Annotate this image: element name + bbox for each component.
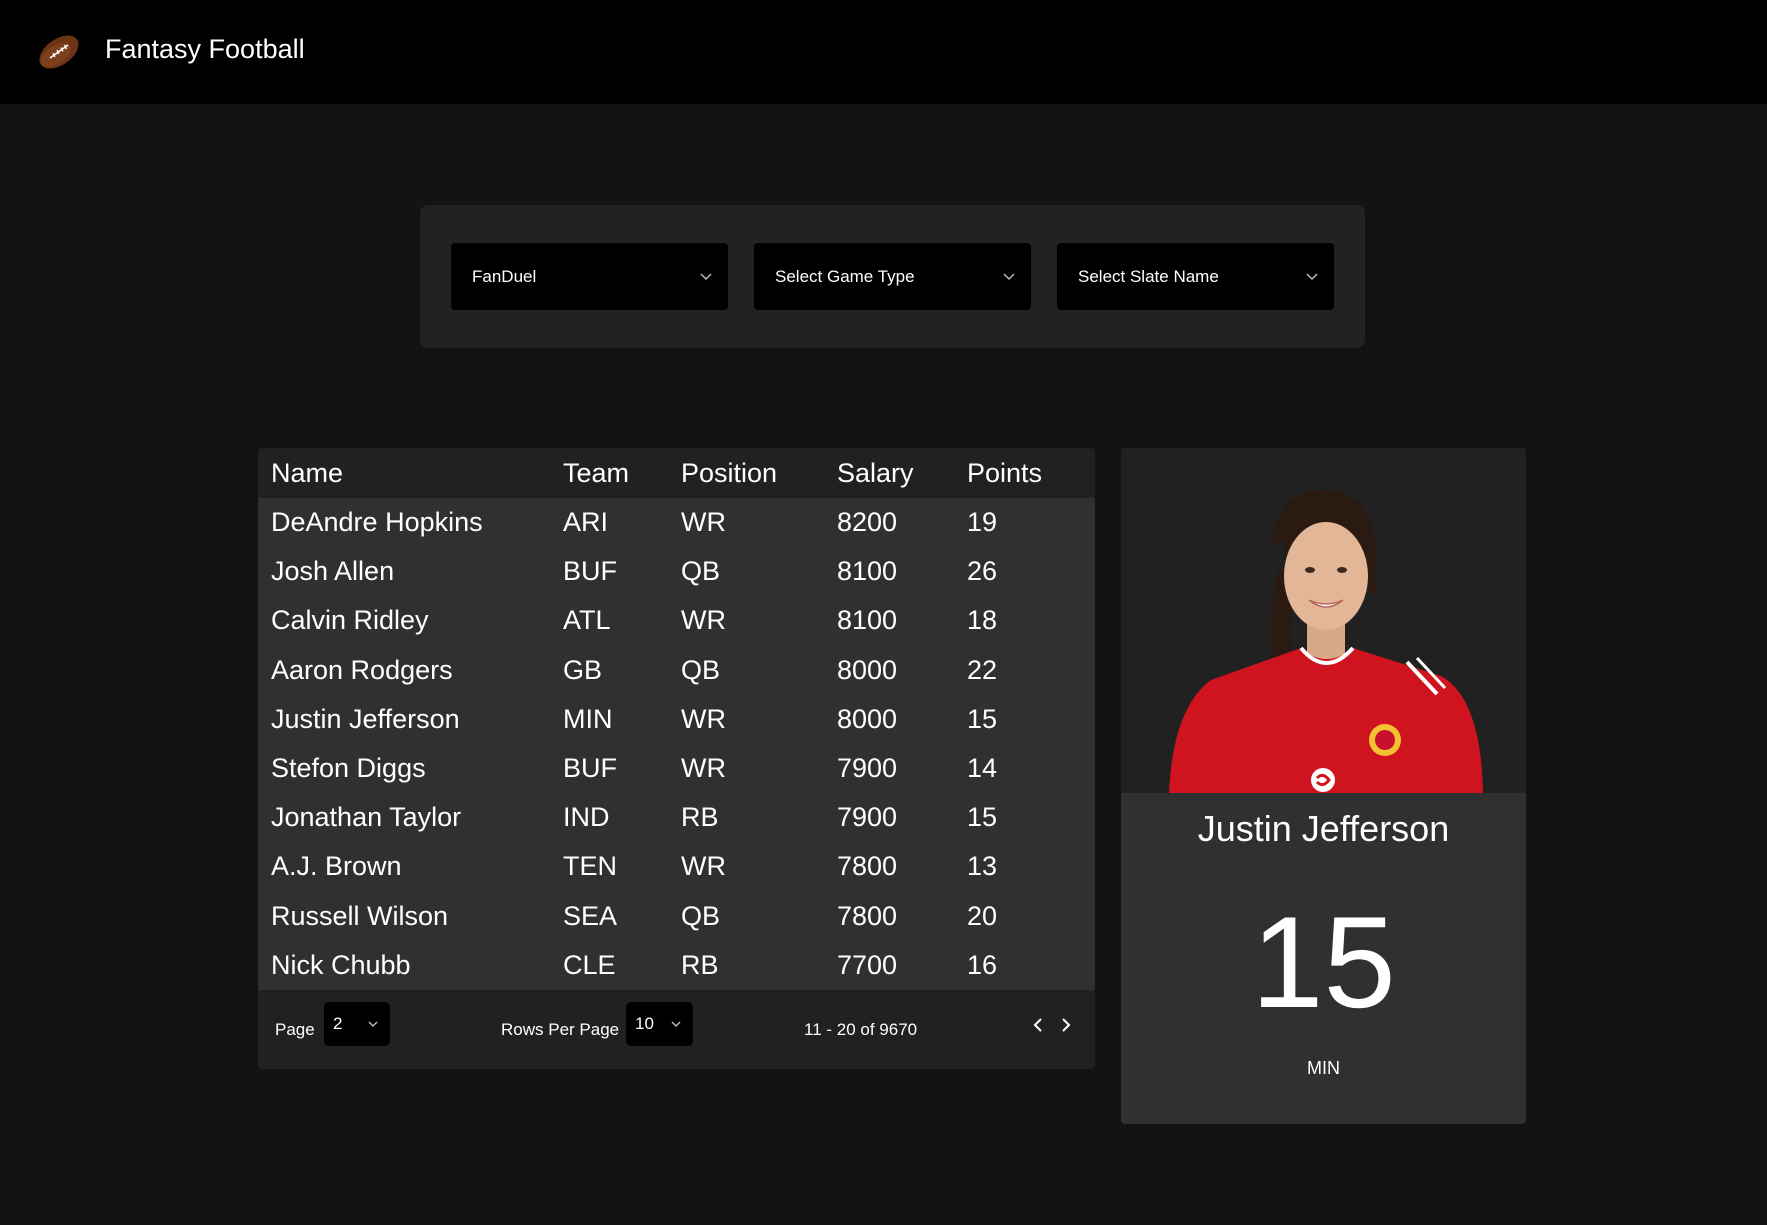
chevron-down-icon [671,1021,681,1028]
pagination-range: 11 - 20 of 9670 [804,1020,918,1039]
player-photo-area [1121,448,1526,793]
cell-points: 13 [967,842,1095,892]
site-select-value: FanDuel [472,266,537,286]
cell-salary: 7800 [837,842,967,892]
cell-name: DeAndre Hopkins [258,498,563,548]
cell-salary: 8100 [837,547,967,597]
top-bar: Fantasy Football [0,0,1767,104]
cell-team: BUF [563,547,681,597]
cell-team: BUF [563,743,681,794]
game-type-select-value: Select Game Type [775,266,915,286]
table-row[interactable]: DeAndre Hopkins ARI WR 8200 19 [258,498,1095,548]
table-row[interactable]: Aaron Rodgers GB QB 8000 22 [258,645,1095,695]
table-row[interactable]: Jonathan Taylor IND RB 7900 15 [258,793,1095,843]
cell-salary: 8200 [837,498,967,548]
column-header-position[interactable]: Position [681,448,837,498]
pagination-bar: Page 2 Rows Per Page 10 11 - 20 of 9670 [258,992,1095,1069]
table-header-row: Name Team Position Salary Points [258,448,1095,498]
page-select-value: 2 [333,1014,343,1033]
game-type-select[interactable]: Select Game Type [754,243,1031,310]
cell-salary: 7900 [837,743,967,794]
players-table-card: Name Team Position Salary Points DeAndre… [258,448,1095,1069]
cell-position: QB [681,645,837,695]
cell-salary: 8100 [837,596,967,646]
table-row[interactable]: Russell Wilson SEA QB 7800 20 [258,891,1095,941]
player-name: Justin Jefferson [1197,808,1450,849]
filter-panel: FanDuel Select Game Type Select Slate Na… [420,205,1365,348]
table-row[interactable]: Stefon Diggs BUF WR 7900 14 [258,743,1095,794]
cell-name: Russell Wilson [258,891,563,941]
chevron-down-icon [368,1021,378,1028]
chevron-down-icon [700,273,712,281]
slate-name-select-value: Select Slate Name [1078,266,1219,286]
previous-page-icon[interactable] [1028,1014,1048,1036]
rows-per-page-label: Rows Per Page [501,1020,620,1039]
cell-position: RB [681,940,837,990]
slate-name-select[interactable]: Select Slate Name [1057,243,1334,310]
football-icon [39,35,79,69]
column-header-name[interactable]: Name [258,448,563,498]
cell-position: WR [681,842,837,892]
cell-points: 20 [967,891,1095,941]
rows-per-page-value: 10 [635,1014,654,1033]
page-label: Page [275,1020,315,1039]
cell-salary: 7700 [837,940,967,990]
cell-position: WR [681,694,837,744]
cell-points: 26 [967,547,1095,597]
cell-points: 14 [967,743,1095,794]
column-header-team[interactable]: Team [563,448,681,498]
cell-position: QB [681,547,837,597]
chevron-down-icon [1003,273,1015,281]
next-page-icon[interactable] [1056,1014,1076,1036]
cell-team: IND [563,793,681,843]
cell-salary: 7900 [837,793,967,843]
cell-position: QB [681,891,837,941]
cell-name: Stefon Diggs [258,743,563,794]
cell-name: Josh Allen [258,547,563,597]
player-photo [1169,489,1483,793]
cell-name: A.J. Brown [258,842,563,892]
cell-name: Jonathan Taylor [258,793,563,843]
cell-position: RB [681,793,837,843]
cell-name: Justin Jefferson [258,694,563,744]
cell-points: 15 [967,694,1095,744]
cell-team: TEN [563,842,681,892]
cell-points: 16 [967,940,1095,990]
players-table: Name Team Position Salary Points DeAndre… [258,448,1095,990]
table-row[interactable]: A.J. Brown TEN WR 7800 13 [258,842,1095,892]
cell-points: 18 [967,596,1095,646]
cell-team: ATL [563,596,681,646]
cell-team: ARI [563,498,681,548]
table-row[interactable]: Josh Allen BUF QB 8100 26 [258,547,1095,597]
player-points: 15 [1251,889,1396,1035]
chevron-down-icon [1306,273,1318,281]
cell-points: 15 [967,793,1095,843]
cell-team: GB [563,645,681,695]
table-row[interactable]: Nick Chubb CLE RB 7700 16 [258,940,1095,990]
table-row[interactable]: Justin Jefferson MIN WR 8000 15 [258,694,1095,744]
page-select[interactable]: 2 [324,1002,390,1046]
cell-salary: 8000 [837,645,967,695]
column-header-points[interactable]: Points [967,448,1095,498]
cell-position: WR [681,743,837,794]
player-card: Justin Jefferson 15 MIN [1121,448,1526,1124]
app-title: Fantasy Football [105,34,305,64]
cell-points: 19 [967,498,1095,548]
cell-name: Nick Chubb [258,940,563,990]
cell-points: 22 [967,645,1095,695]
table-row[interactable]: Calvin Ridley ATL WR 8100 18 [258,596,1095,646]
cell-position: WR [681,596,837,646]
cell-name: Aaron Rodgers [258,645,563,695]
rows-per-page-select[interactable]: 10 [626,1002,693,1046]
cell-position: WR [681,498,837,548]
site-select[interactable]: FanDuel [451,243,728,310]
cell-salary: 7800 [837,891,967,941]
cell-name: Calvin Ridley [258,596,563,646]
cell-team: SEA [563,891,681,941]
column-header-salary[interactable]: Salary [837,448,967,498]
cell-salary: 8000 [837,694,967,744]
cell-team: MIN [563,694,681,744]
cell-team: CLE [563,940,681,990]
player-team: MIN [1307,1058,1340,1078]
